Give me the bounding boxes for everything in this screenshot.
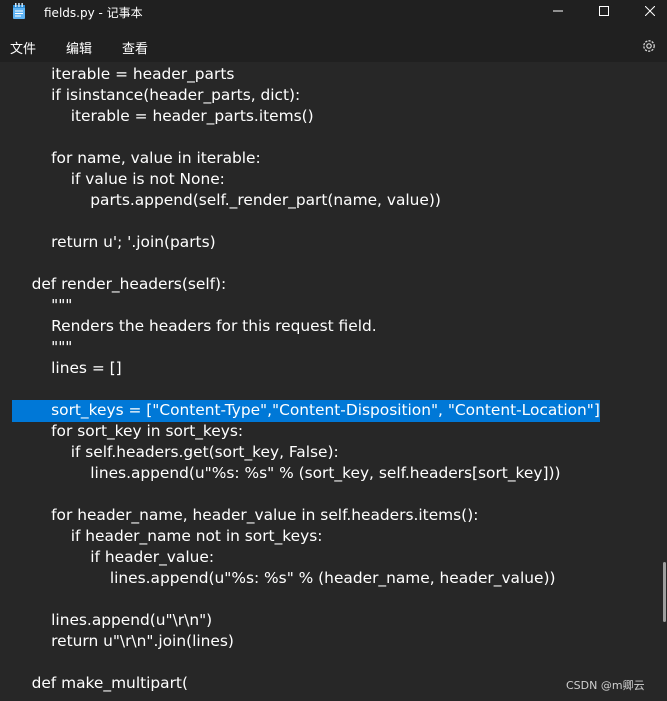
close-icon: [644, 1, 656, 20]
window-title: fields.py - 记事本: [44, 6, 143, 20]
minimize-button[interactable]: [535, 0, 581, 20]
code-line: def make_multipart(: [12, 674, 188, 692]
code-line: lines.append(u"%s: %s" % (sort_key, self…: [12, 464, 561, 482]
code-line: for header_name, header_value in self.he…: [12, 506, 479, 524]
code-line: if value is not None:: [12, 170, 225, 188]
gear-icon[interactable]: [641, 38, 657, 54]
watermark: CSDN @m卿云: [566, 679, 645, 692]
code-line: for sort_key in sort_keys:: [12, 422, 244, 440]
maximize-button[interactable]: [581, 0, 627, 20]
code-line: iterable = header_parts: [12, 65, 235, 83]
code-line: if header_value:: [12, 548, 215, 566]
menu-bar: 文件 编辑 查看: [0, 34, 667, 62]
code-line: parts.append(self._render_part(name, val…: [12, 191, 441, 209]
code-line: iterable = header_parts.items(): [12, 107, 314, 125]
menu-edit[interactable]: 编辑: [66, 38, 92, 57]
title-bar[interactable]: fields.py - 记事本: [0, 0, 667, 34]
notepad-window: fields.py - 记事本 文件 编辑 查看 iterable = head…: [0, 0, 667, 701]
code-line: for name, value in iterable:: [12, 149, 261, 167]
menu-view[interactable]: 查看: [122, 38, 148, 57]
code-line: Renders the headers for this request fie…: [12, 317, 377, 335]
code-line: if self.headers.get(sort_key, False):: [12, 443, 339, 461]
code-line: if header_name not in sort_keys:: [12, 527, 323, 545]
maximize-icon: [599, 1, 609, 20]
notepad-icon: [12, 2, 26, 20]
code-line: lines.append(u"\r\n"): [12, 611, 213, 629]
close-button[interactable]: [627, 0, 667, 20]
code-line: lines.append(u"%s: %s" % (header_name, h…: [12, 569, 556, 587]
code-line-selected: sort_keys = ["Content-Type","Content-Dis…: [12, 401, 600, 419]
minimize-icon: [553, 1, 563, 20]
code-line: """: [12, 338, 73, 356]
vertical-scrollbar[interactable]: [663, 562, 666, 622]
code-line: """: [12, 296, 73, 314]
code-line: if isinstance(header_parts, dict):: [12, 86, 301, 104]
code-line: return u'; '.join(parts): [12, 233, 216, 251]
code-line: lines = []: [12, 359, 122, 377]
code-line: def render_headers(self):: [12, 275, 227, 293]
text-editor[interactable]: iterable = header_parts if isinstance(he…: [0, 62, 667, 701]
menu-file[interactable]: 文件: [10, 38, 36, 57]
code-line: return u"\r\n".join(lines): [12, 632, 234, 650]
